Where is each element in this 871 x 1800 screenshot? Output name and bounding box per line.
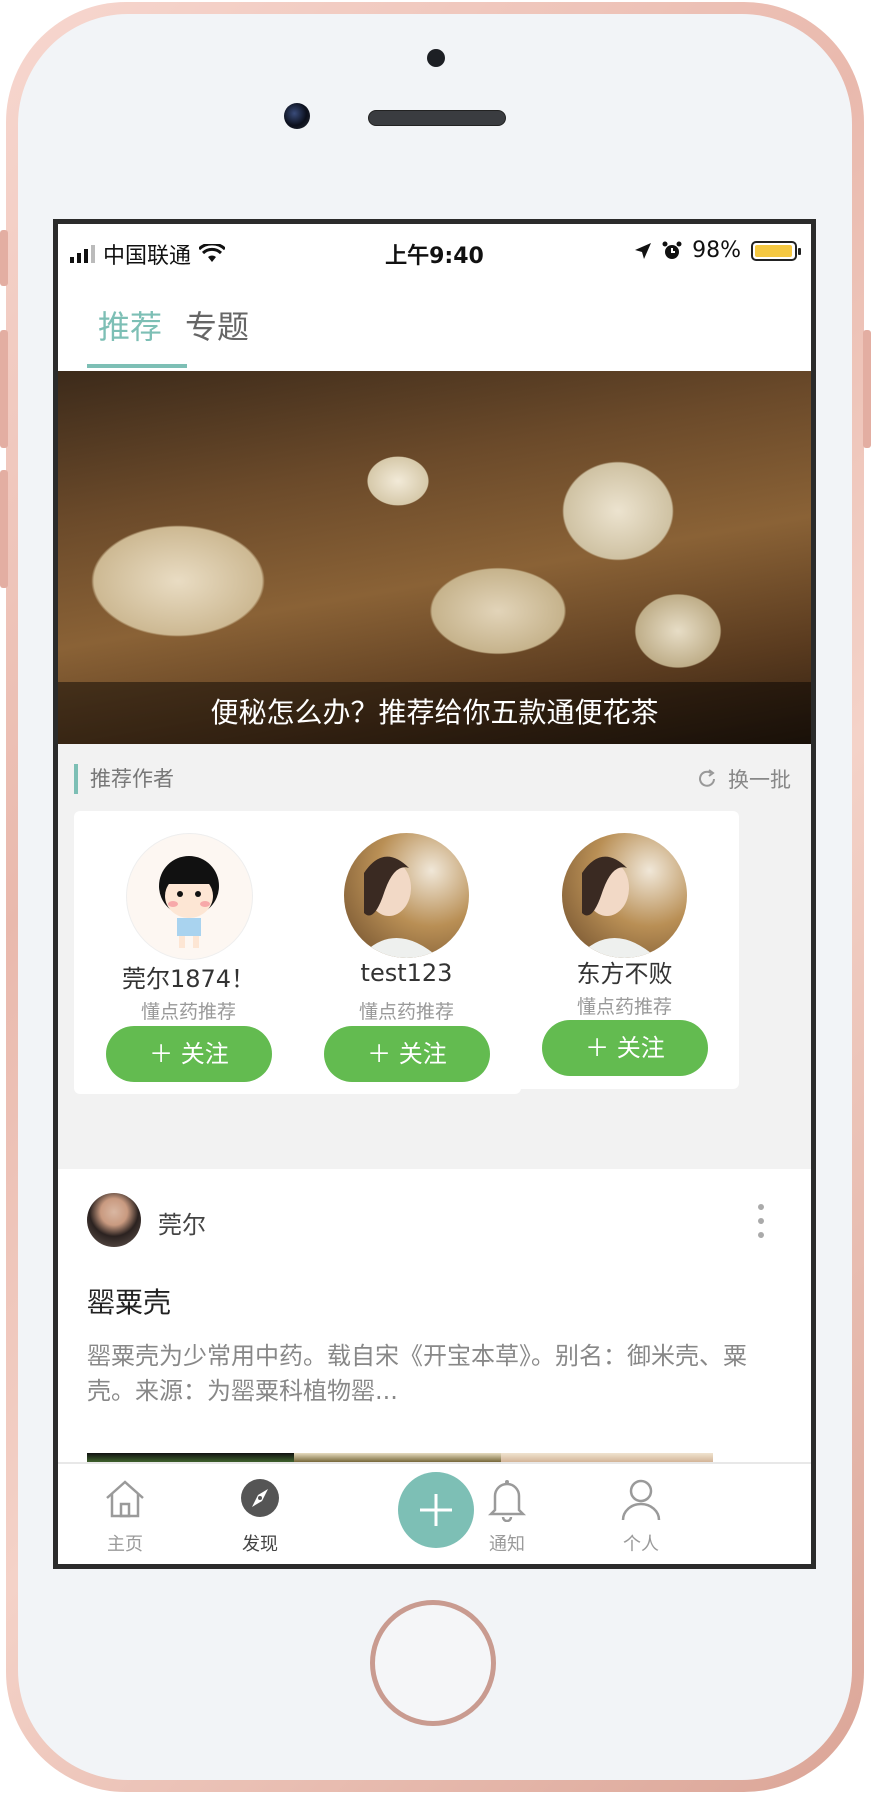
portrait-photo [577,856,657,958]
author-card[interactable]: test123 懂点药推荐 ＋ 关注 [292,811,521,1094]
post-author-name[interactable]: 莞尔 [158,1205,206,1240]
volume-down-button [0,470,8,588]
power-button [863,330,871,448]
earpiece-speaker [368,110,506,126]
location-arrow-icon [635,242,652,259]
recommended-authors: 推荐作者 换一批 莞尔1874！ 懂点药推荐 ＋ 关注 test123 懂点药推… [58,744,811,1169]
compass-icon [241,1479,279,1517]
tab-topics[interactable]: 专题 [185,302,249,348]
author-description: 懂点药推荐 [140,1001,236,1023]
battery-icon [751,240,801,261]
tabbar-label: 个人 [623,1534,659,1555]
battery-percent: 98% [692,238,741,263]
home-button[interactable] [370,1600,496,1726]
banner-caption: 便秘怎么办？推荐给你五款通便花茶 [58,682,811,744]
author-description: 懂点药推荐 [358,1001,454,1023]
person-icon [621,1479,661,1521]
front-camera [284,103,310,129]
tabbar-item-discover[interactable]: 发现 [200,1464,320,1564]
home-icon [106,1480,144,1518]
proximity-sensor [427,49,445,67]
author-name: 莞尔1874！ [121,965,256,993]
post-title: 罂粟壳 [87,1286,172,1319]
featured-banner[interactable]: 便秘怎么办？推荐给你五款通便花茶 [58,371,811,744]
feed-post[interactable]: 莞尔 罂粟壳 罂粟壳为少常用中药。载自宋《开宝本草》。别名：御米壳、粟壳。来源：… [58,1169,811,1473]
tabbar-label: 通知 [489,1534,525,1555]
top-tabs: 推荐 专题 [58,280,811,364]
refresh-icon [699,769,715,787]
author-card[interactable]: 莞尔1874！ 懂点药推荐 ＋ 关注 [74,811,303,1094]
post-excerpt: 罂粟壳为少常用中药。载自宋《开宝本草》。别名：御米壳、粟壳。来源：为罂粟科植物罂… [87,1342,747,1405]
author-name: test123 [360,959,453,987]
follow-button[interactable]: ＋ 关注 [106,1026,272,1082]
tabbar-label: 主页 [107,1534,143,1555]
status-bar: 中国联通 上午9:40 98% [58,224,811,280]
post-author-avatar[interactable] [87,1193,141,1247]
tab-recommend[interactable]: 推荐 [98,302,162,348]
cartoon-avatar-icon [159,856,219,948]
refresh-label: 换一批 [728,768,791,792]
portrait-photo [359,856,439,958]
follow-button[interactable]: ＋ 关注 [542,1020,708,1076]
tabbar-item-home[interactable]: 主页 [65,1464,185,1564]
avatar [562,833,687,958]
tabbar-item-profile[interactable]: 个人 [581,1464,701,1564]
author-name: 东方不败 [576,960,673,988]
author-description: 懂点药推荐 [576,996,672,1018]
avatar [344,833,469,958]
bell-icon [487,1480,527,1522]
app-screen: 中国联通 上午9:40 98% 推荐 专题 便秘怎么办？推荐给你五款通便花茶 推… [53,219,816,1569]
alarm-icon [662,241,682,259]
tabbar-label: 发现 [242,1534,278,1555]
more-options-icon[interactable] [757,1203,765,1239]
author-card[interactable]: 东方不败 懂点药推荐 ＋ 关注 [510,811,739,1089]
avatar [126,833,253,960]
active-tab-indicator [87,364,187,368]
follow-button[interactable]: ＋ 关注 [324,1026,490,1082]
refresh-button[interactable]: 换一批 [696,764,791,794]
tabbar-item-notifications[interactable]: 通知 [447,1464,567,1564]
section-heading: 推荐作者 [74,764,174,794]
mute-switch [0,230,8,286]
volume-up-button [0,330,8,448]
bottom-tab-bar: 主页 发现 通知 个人 [58,1462,811,1564]
